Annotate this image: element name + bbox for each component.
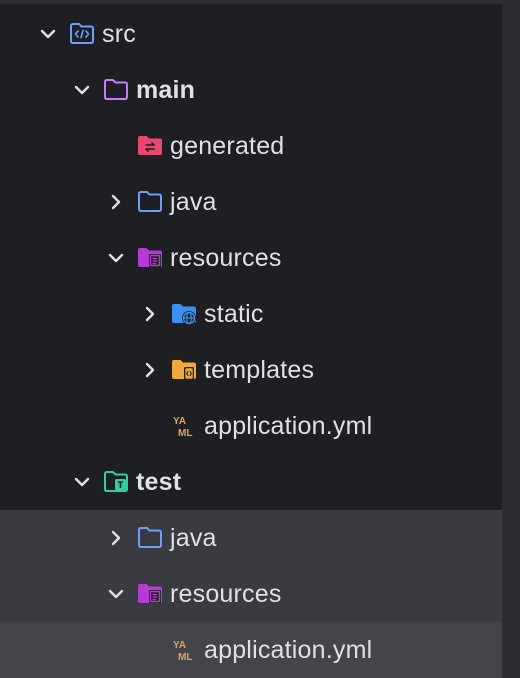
tree-item-label: application.yml [204, 635, 373, 664]
yaml-file-icon: YA ML [170, 636, 198, 664]
svg-text:ML: ML [178, 652, 192, 663]
chevron-right-icon[interactable] [104, 526, 128, 550]
web-folder-icon [170, 300, 198, 328]
chevron-down-icon[interactable] [104, 582, 128, 606]
resources-folder-icon [136, 244, 164, 272]
tree-item-label: templates [204, 355, 315, 384]
source-folder-icon [68, 20, 96, 48]
folder-icon [136, 188, 164, 216]
tree-item-label: generated [170, 131, 285, 160]
generated-folder-icon [136, 132, 164, 160]
folder-icon [136, 524, 164, 552]
tree-row-resources[interactable]: resources [0, 566, 502, 622]
tree-row-java[interactable]: java [0, 174, 502, 230]
svg-text:ML: ML [178, 428, 192, 439]
tree-item-label: resources [170, 579, 282, 608]
templates-folder-icon [170, 356, 198, 384]
tree-row-static[interactable]: static [0, 286, 502, 342]
resources-folder-icon [136, 580, 164, 608]
chevron-right-icon[interactable] [138, 358, 162, 382]
chevron-right-icon[interactable] [104, 190, 128, 214]
tree-item-label: src [102, 19, 136, 48]
tree-row-templates[interactable]: templates [0, 342, 502, 398]
svg-text:YA: YA [173, 416, 186, 427]
top-edge [0, 0, 502, 4]
tree-row-test[interactable]: test [0, 454, 502, 510]
tree-item-label: test [136, 467, 182, 496]
tree-row-resources[interactable]: resources [0, 230, 502, 286]
tree-item-label: main [136, 75, 196, 104]
tree-item-label: java [170, 187, 217, 216]
tree-item-label: java [170, 523, 217, 552]
tree-item-label: resources [170, 243, 282, 272]
chevron-right-icon[interactable] [138, 302, 162, 326]
tree-item-label: static [204, 299, 264, 328]
tree-row-application-yml[interactable]: YA ML application.yml [0, 622, 502, 678]
chevron-down-icon[interactable] [70, 470, 94, 494]
project-tree: src main generated java resources static templ… [0, 0, 502, 678]
tree-row-main[interactable]: main [0, 62, 502, 118]
chevron-down-icon[interactable] [104, 246, 128, 270]
vertical-scrollbar[interactable] [502, 0, 520, 678]
chevron-down-icon[interactable] [70, 78, 94, 102]
module-folder-icon [102, 76, 130, 104]
tree-row-generated[interactable]: generated [0, 118, 502, 174]
tree-row-java[interactable]: java [0, 510, 502, 566]
yaml-file-icon: YA ML [170, 412, 198, 440]
test-folder-icon [102, 468, 130, 496]
chevron-down-icon[interactable] [36, 22, 60, 46]
tree-item-label: application.yml [204, 411, 373, 440]
tree-row-src[interactable]: src [0, 6, 502, 62]
svg-text:YA: YA [173, 640, 186, 651]
tree-row-application-yml[interactable]: YA ML application.yml [0, 398, 502, 454]
